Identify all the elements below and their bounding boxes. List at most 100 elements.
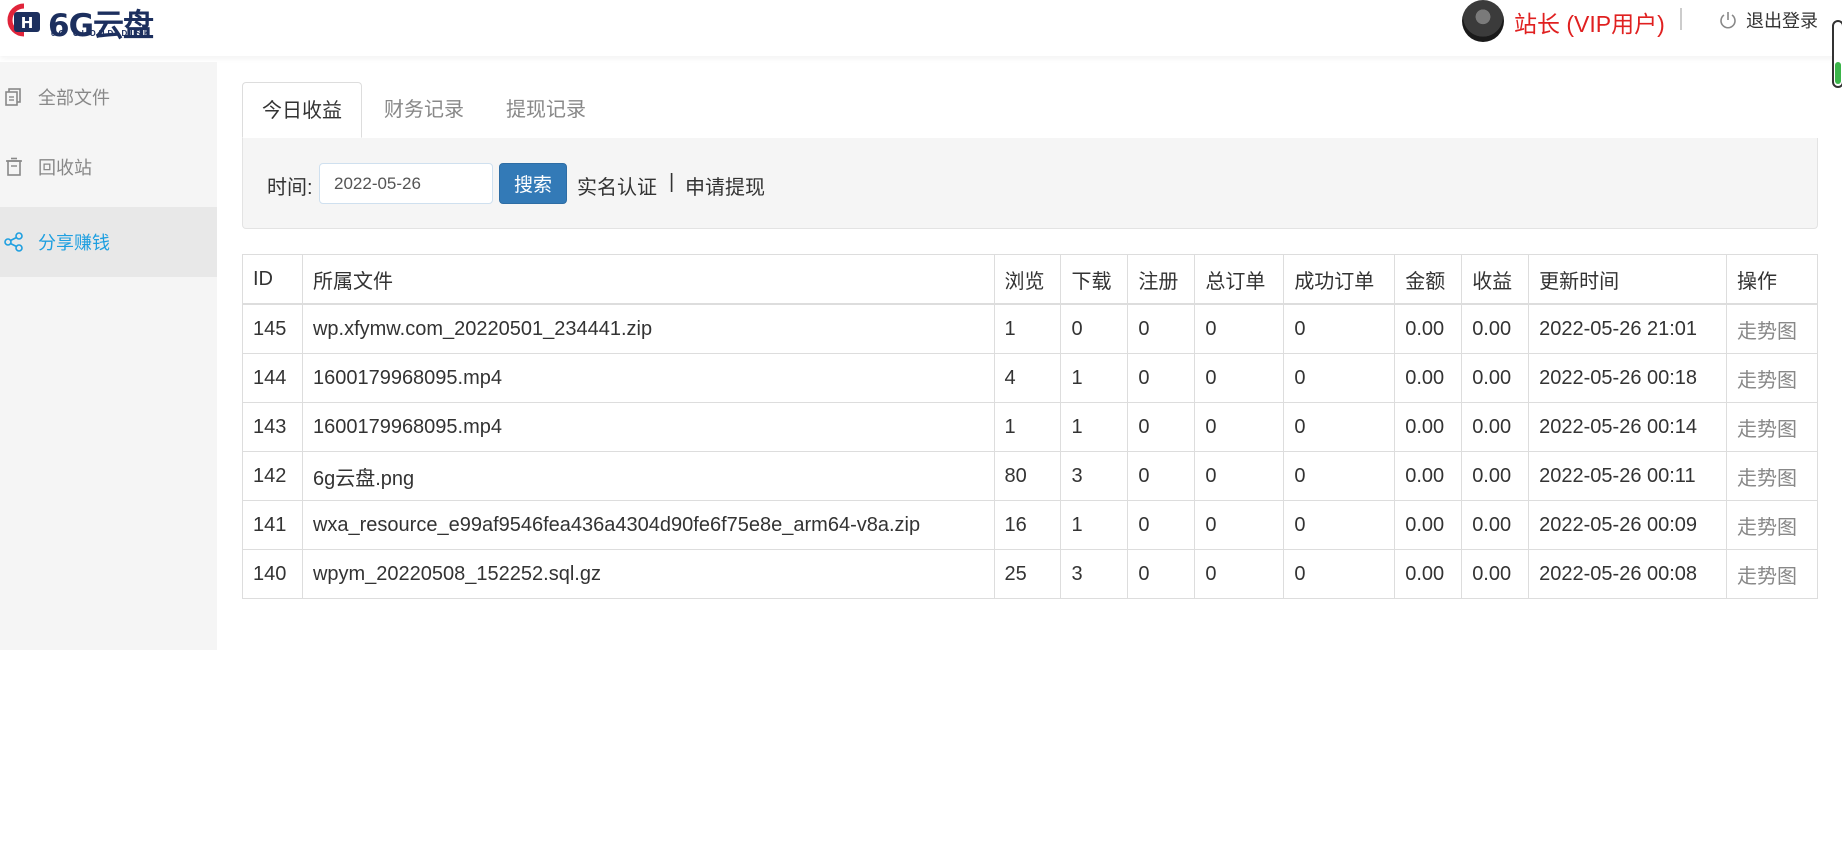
trend-chart-link[interactable]: 走势图 — [1726, 451, 1818, 501]
top-header: H 6G云盘 6G CLOUD DISK 站长 (VIP用户) 退出登录 — [0, 0, 1842, 88]
cell-registrations: 0 — [1127, 549, 1196, 599]
date-input[interactable] — [319, 163, 493, 204]
sidebar-item-all-files[interactable]: 全部文件 — [0, 62, 217, 132]
cell-amount: 0.00 — [1394, 549, 1463, 599]
cell-earnings: 0.00 — [1461, 303, 1530, 354]
cell-success-orders: 0 — [1283, 303, 1396, 354]
col-header-id[interactable]: ID — [242, 254, 303, 305]
cell-file: wxa_resource_e99af9546fea436a4304d90fe6f… — [301, 500, 995, 550]
sidebar-item-label: 全部文件 — [38, 88, 110, 108]
cell-registrations: 0 — [1127, 402, 1196, 452]
cell-amount: 0.00 — [1394, 402, 1463, 452]
cell-updated-time: 2022-05-26 00:09 — [1528, 500, 1727, 550]
tab-withdraw-records[interactable]: 提现记录 — [486, 82, 606, 138]
cell-updated-time: 2022-05-26 00:11 — [1528, 451, 1727, 501]
cell-downloads: 1 — [1060, 353, 1129, 403]
col-header-success-orders[interactable]: 成功订单 — [1283, 254, 1396, 305]
sidebar-item-label: 回收站 — [38, 158, 92, 178]
col-header-updated-time[interactable]: 更新时间 — [1528, 254, 1727, 305]
scroll-indicator[interactable] — [1832, 20, 1842, 88]
tab-today-earnings[interactable]: 今日收益 — [242, 82, 362, 138]
cell-updated-time: 2022-05-26 00:08 — [1528, 549, 1727, 599]
trend-chart-link[interactable]: 走势图 — [1726, 402, 1818, 452]
trend-chart-link[interactable]: 走势图 — [1726, 353, 1818, 403]
tab-bar: 今日收益 财务记录 提现记录 — [242, 82, 1818, 139]
cell-id: 144 — [242, 353, 303, 403]
cell-views: 4 — [993, 353, 1062, 403]
cell-updated-time: 2022-05-26 21:01 — [1528, 303, 1727, 354]
col-header-downloads[interactable]: 下载 — [1060, 254, 1129, 305]
cell-id: 143 — [242, 402, 303, 452]
earnings-table: ID 所属文件 浏览 下载 注册 总订单 成功订单 金额 收益 更新时间 操作 … — [242, 254, 1818, 599]
cell-downloads: 3 — [1060, 549, 1129, 599]
share-icon — [2, 230, 26, 254]
cell-amount: 0.00 — [1394, 303, 1463, 354]
cell-file: 6g云盘.png — [301, 451, 995, 501]
table-header-row: ID 所属文件 浏览 下载 注册 总订单 成功订单 金额 收益 更新时间 操作 — [242, 254, 1818, 305]
sidebar: 全部文件 回收站 分享赚钱 — [0, 62, 217, 650]
cell-amount: 0.00 — [1394, 451, 1463, 501]
table-row: 141 wxa_resource_e99af9546fea436a4304d90f… — [242, 500, 1818, 550]
cell-amount: 0.00 — [1394, 353, 1463, 403]
col-header-actions: 操作 — [1726, 254, 1818, 305]
real-name-verify-link[interactable]: 实名认证 — [577, 171, 657, 200]
cell-total-orders: 0 — [1194, 402, 1285, 452]
site-logo[interactable]: H 6G云盘 6G CLOUD DISK — [4, 0, 164, 44]
cell-total-orders: 0 — [1194, 549, 1285, 599]
cell-file: wp.xfymw.com_20220501_234441.zip — [301, 303, 995, 354]
time-label: 时间: — [267, 177, 313, 199]
table-row: 140 wpym_20220508_152252.sql.gz 25 3 0 0 0 0.00… — [242, 549, 1818, 599]
cell-views: 1 — [993, 402, 1062, 452]
cell-downloads: 1 — [1060, 402, 1129, 452]
sidebar-item-label: 分享赚钱 — [38, 233, 110, 253]
trash-icon — [2, 155, 26, 179]
cell-registrations: 0 — [1127, 353, 1196, 403]
cell-success-orders: 0 — [1283, 451, 1396, 501]
trend-chart-link[interactable]: 走势图 — [1726, 500, 1818, 550]
cell-success-orders: 0 — [1283, 402, 1396, 452]
cell-total-orders: 0 — [1194, 303, 1285, 354]
apply-withdraw-link[interactable]: 申请提现 — [685, 171, 765, 200]
col-header-earnings[interactable]: 收益 — [1461, 254, 1530, 305]
table-row: 143 1600179968095.mp4 1 1 0 0 0 0.00 0.00 2022-05… — [242, 402, 1818, 452]
col-header-file[interactable]: 所属文件 — [301, 254, 995, 305]
cell-updated-time: 2022-05-26 00:18 — [1528, 353, 1727, 403]
cell-total-orders: 0 — [1194, 451, 1285, 501]
cell-success-orders: 0 — [1283, 353, 1396, 403]
cell-earnings: 0.00 — [1461, 402, 1530, 452]
trend-chart-link[interactable]: 走势图 — [1726, 549, 1818, 599]
user-name[interactable]: 站长 (VIP用户) — [1514, 5, 1665, 39]
logout-label: 退出登录 — [1746, 11, 1818, 31]
cell-views: 80 — [993, 451, 1062, 501]
search-button[interactable]: 搜索 — [499, 163, 567, 204]
cell-registrations: 0 — [1127, 500, 1196, 550]
col-header-registrations[interactable]: 注册 — [1127, 254, 1196, 305]
cell-earnings: 0.00 — [1461, 451, 1530, 501]
sidebar-item-recycle-bin[interactable]: 回收站 — [0, 132, 217, 202]
cell-updated-time: 2022-05-26 00:14 — [1528, 402, 1727, 452]
power-icon — [1720, 12, 1736, 29]
cell-downloads: 3 — [1060, 451, 1129, 501]
cell-id: 141 — [242, 500, 303, 550]
trend-chart-link[interactable]: 走势图 — [1726, 303, 1818, 354]
svg-text:H: H — [21, 14, 34, 32]
cell-earnings: 0.00 — [1461, 500, 1530, 550]
tab-finance-records[interactable]: 财务记录 — [364, 82, 484, 138]
cell-file: wpym_20220508_152252.sql.gz — [301, 549, 995, 599]
col-header-amount[interactable]: 金额 — [1394, 254, 1463, 305]
table-row: 142 6g云盘.png 80 3 0 0 0 0.00 0.00 2022-05-26 00:1… — [242, 451, 1818, 501]
cell-total-orders: 0 — [1194, 500, 1285, 550]
logout-button[interactable]: 退出登录 — [1718, 7, 1818, 33]
logo-subtitle: 6G CLOUD DISK — [51, 29, 153, 38]
sidebar-item-share-earn[interactable]: 分享赚钱 — [0, 207, 217, 277]
cell-file: 1600179968095.mp4 — [301, 353, 995, 403]
cell-views: 16 — [993, 500, 1062, 550]
user-avatar[interactable] — [1462, 0, 1504, 42]
col-header-views[interactable]: 浏览 — [993, 254, 1062, 305]
cell-views: 25 — [993, 549, 1062, 599]
table-row: 144 1600179968095.mp4 4 1 0 0 0 0.00 0.00 2022-05… — [242, 353, 1818, 403]
col-header-total-orders[interactable]: 总订单 — [1194, 254, 1285, 305]
cell-success-orders: 0 — [1283, 549, 1396, 599]
cell-file: 1600179968095.mp4 — [301, 402, 995, 452]
cell-id: 140 — [242, 549, 303, 599]
